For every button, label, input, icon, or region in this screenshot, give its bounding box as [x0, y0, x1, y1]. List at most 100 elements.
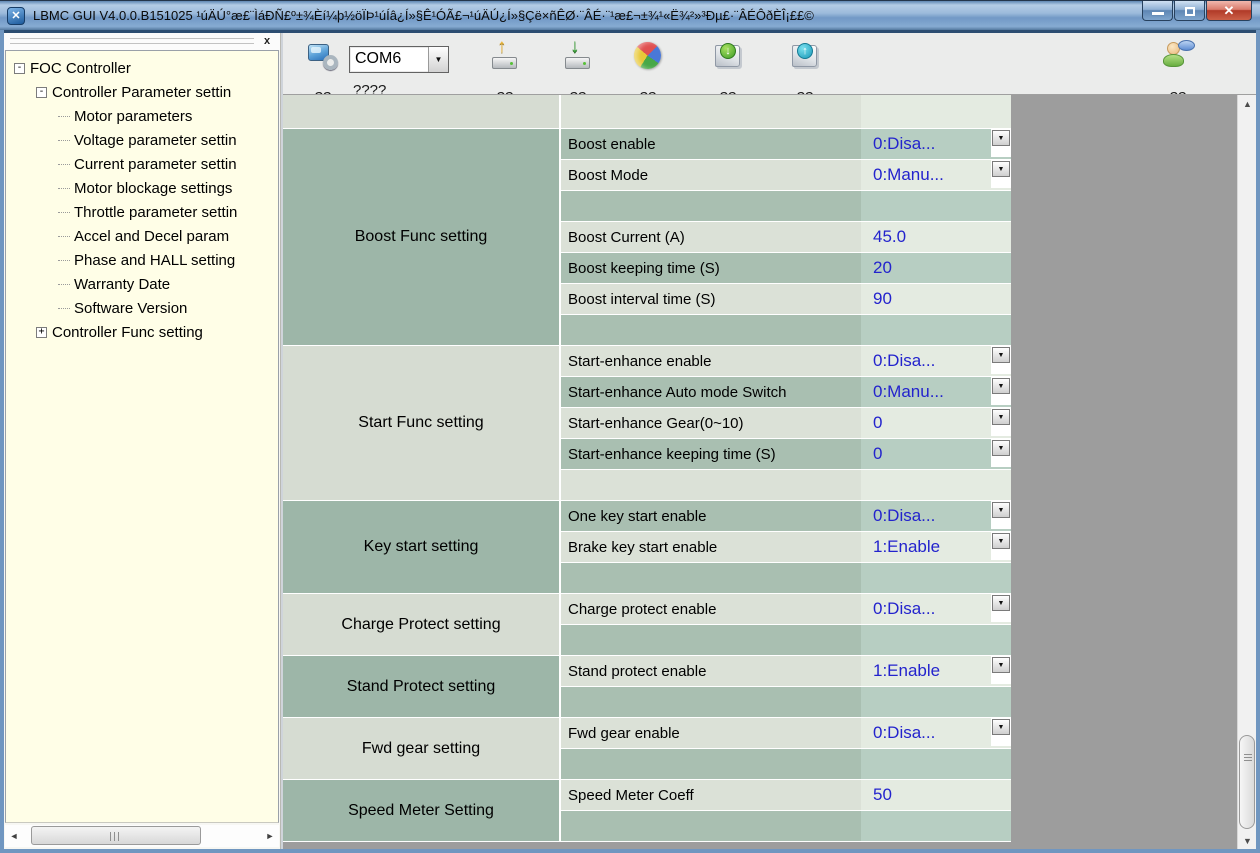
tree-item-motor-parameters[interactable]: Motor parameters	[6, 104, 278, 128]
group-rows: Charge protect enable0:Disa...▼	[561, 594, 1011, 656]
maximize-button[interactable]	[1174, 1, 1205, 21]
export-file-button[interactable]: ↑ ??	[782, 40, 828, 72]
param-cell-blank	[561, 811, 861, 841]
dropdown-arrow-icon[interactable]: ▼	[992, 502, 1010, 518]
scroll-right-icon[interactable]: ►	[261, 825, 279, 847]
value-cell-boost-current-a[interactable]: 45.0	[861, 222, 1011, 252]
tree-expander-icon[interactable]: +	[36, 327, 47, 338]
close-button[interactable]: ✕	[1206, 1, 1252, 21]
tree-item-label: Motor parameters	[74, 108, 192, 125]
param-cell-start-enhance-enable: Start-enhance enable	[561, 346, 861, 376]
tree-item-throttle-parameter-settin[interactable]: Throttle parameter settin	[6, 200, 278, 224]
com-port-label: ????	[349, 82, 419, 95]
value-cell-speed-meter-coeff[interactable]: 50	[861, 780, 1011, 810]
value-cell-boost-mode[interactable]: 0:Manu...▼	[861, 160, 1011, 190]
tree-item-voltage-parameter-settin[interactable]: Voltage parameter settin	[6, 128, 278, 152]
scroll-up-icon[interactable]: ▲	[1238, 95, 1256, 112]
com-port-combobox[interactable]: COM6 ▼	[349, 46, 449, 73]
dropdown-area[interactable]: ▼	[991, 439, 1011, 467]
tree-item-accel-and-decel-param[interactable]: Accel and Decel param	[6, 224, 278, 248]
tree-item-controller-parameter-settin[interactable]: -Controller Parameter settin	[6, 80, 278, 104]
sidebar-close-button[interactable]: x	[260, 34, 274, 48]
connect-button[interactable]: ??	[300, 40, 346, 72]
tree-item-foc-controller[interactable]: -FOC Controller	[6, 56, 278, 80]
dropdown-arrow-icon[interactable]: ▼	[992, 347, 1010, 363]
tree-item-motor-blockage-settings[interactable]: Motor blockage settings	[6, 176, 278, 200]
tree-item-label: Throttle parameter settin	[74, 204, 237, 221]
dropdown-arrow-icon[interactable]: ▼	[992, 161, 1010, 177]
scroll-down-icon[interactable]: ▼	[1238, 832, 1256, 849]
dropdown-area[interactable]: ▼	[991, 160, 1011, 188]
group-label: Charge Protect setting	[341, 616, 500, 634]
tree-item-label: Controller Func setting	[52, 324, 203, 341]
table-group-blank	[283, 95, 1013, 129]
value-cell-boost-keeping-time-s[interactable]: 20	[861, 253, 1011, 283]
tree-item-controller-func-setting[interactable]: + Controller Func setting	[6, 320, 278, 344]
dropdown-arrow-icon[interactable]: ▼	[992, 378, 1010, 394]
dropdown-arrow-icon[interactable]: ▼	[992, 130, 1010, 146]
dropdown-arrow-icon[interactable]: ▼	[992, 595, 1010, 611]
tree-expander-icon[interactable]: -	[14, 63, 25, 74]
param-label: Start-enhance Auto mode Switch	[568, 384, 786, 401]
dropdown-area[interactable]: ▼	[991, 656, 1011, 684]
dropdown-area[interactable]: ▼	[991, 129, 1011, 157]
import-file-button[interactable]: ↓ ??	[705, 40, 751, 72]
table-row: Charge protect enable0:Disa...▼	[561, 594, 1011, 625]
table-vscrollbar[interactable]: ▲ ▼	[1237, 95, 1256, 849]
value-cell-start-enhance-gear-0-10[interactable]: 0▼	[861, 408, 1011, 438]
sidebar-header[interactable]: x	[4, 33, 280, 50]
dropdown-area[interactable]: ▼	[991, 718, 1011, 746]
hscroll-thumb[interactable]	[31, 826, 201, 845]
scroll-left-icon[interactable]: ◄	[5, 825, 23, 847]
sidebar-gripper[interactable]	[10, 38, 254, 44]
dropdown-area[interactable]: ▼	[991, 501, 1011, 529]
param-cell-start-enhance-auto-mode-switch: Start-enhance Auto mode Switch	[561, 377, 861, 407]
dropdown-arrow-icon[interactable]: ▼	[992, 657, 1010, 673]
vscroll-thumb[interactable]	[1239, 735, 1255, 829]
chart-button[interactable]: ??	[625, 40, 671, 72]
value-cell-charge-protect-enable[interactable]: 0:Disa...▼	[861, 594, 1011, 624]
dropdown-arrow-icon[interactable]: ▼	[992, 533, 1010, 549]
dropdown-area[interactable]: ▼	[991, 408, 1011, 436]
dropdown-arrow-icon[interactable]: ▼	[992, 440, 1010, 456]
dropdown-area[interactable]: ▼	[991, 594, 1011, 622]
tree-item-current-parameter-settin[interactable]: Current parameter settin	[6, 152, 278, 176]
tree-item-software-version[interactable]: Software Version	[6, 296, 278, 320]
value-cell-start-enhance-auto-mode-switch[interactable]: 0:Manu...▼	[861, 377, 1011, 407]
minimize-button[interactable]	[1142, 1, 1173, 21]
table-row	[561, 563, 1011, 594]
value-cell-blank	[861, 563, 1011, 593]
dropdown-area[interactable]: ▼	[991, 377, 1011, 405]
tree-item-label: Accel and Decel param	[74, 228, 229, 245]
tree-connector	[58, 164, 70, 165]
dropdown-area[interactable]: ▼	[991, 346, 1011, 374]
tree-item-warranty-date[interactable]: Warranty Date	[6, 272, 278, 296]
value-cell-fwd-gear-enable[interactable]: 0:Disa...▼	[861, 718, 1011, 748]
group-label: Key start setting	[364, 538, 479, 556]
value-cell-start-enhance-keeping-time-s[interactable]: 0▼	[861, 439, 1011, 469]
group-cell-charge-protect-setting: Charge Protect setting	[283, 594, 561, 656]
value-cell-boost-interval-time-s[interactable]: 90	[861, 284, 1011, 314]
group-rows: Fwd gear enable0:Disa...▼	[561, 718, 1011, 780]
dropdown-arrow-icon[interactable]: ▼	[992, 409, 1010, 425]
tree-item-label: Current parameter settin	[74, 156, 237, 173]
user-button[interactable]: ??	[1155, 40, 1201, 72]
value-cell-one-key-start-enable[interactable]: 0:Disa...▼	[861, 501, 1011, 531]
dropdown-arrow-icon[interactable]: ▼	[992, 719, 1010, 735]
value-cell-stand-protect-enable[interactable]: 1:Enable▼	[861, 656, 1011, 686]
write-params-button[interactable]: ↓ ??	[555, 40, 601, 72]
dropdown-area[interactable]: ▼	[991, 532, 1011, 560]
value-cell-boost-enable[interactable]: 0:Disa...▼	[861, 129, 1011, 159]
param-label: Boost Current (A)	[568, 229, 685, 246]
value-cell-blank	[861, 811, 1011, 841]
tree-expander-icon[interactable]: -	[36, 87, 47, 98]
combobox-dropdown-icon[interactable]: ▼	[428, 47, 448, 72]
toolbar: ?? COM6 ▼ ???? ↑ ?? ↓ ??	[283, 33, 1256, 95]
tree-connector	[58, 212, 70, 213]
read-params-button[interactable]: ↑ ??	[482, 40, 528, 72]
value-cell-brake-key-start-enable[interactable]: 1:Enable▼	[861, 532, 1011, 562]
tree-connector	[58, 284, 70, 285]
value-cell-start-enhance-enable[interactable]: 0:Disa...▼	[861, 346, 1011, 376]
sidebar-hscrollbar[interactable]: ◄ ►	[5, 825, 279, 847]
tree-item-phase-and-hall-setting[interactable]: Phase and HALL setting	[6, 248, 278, 272]
